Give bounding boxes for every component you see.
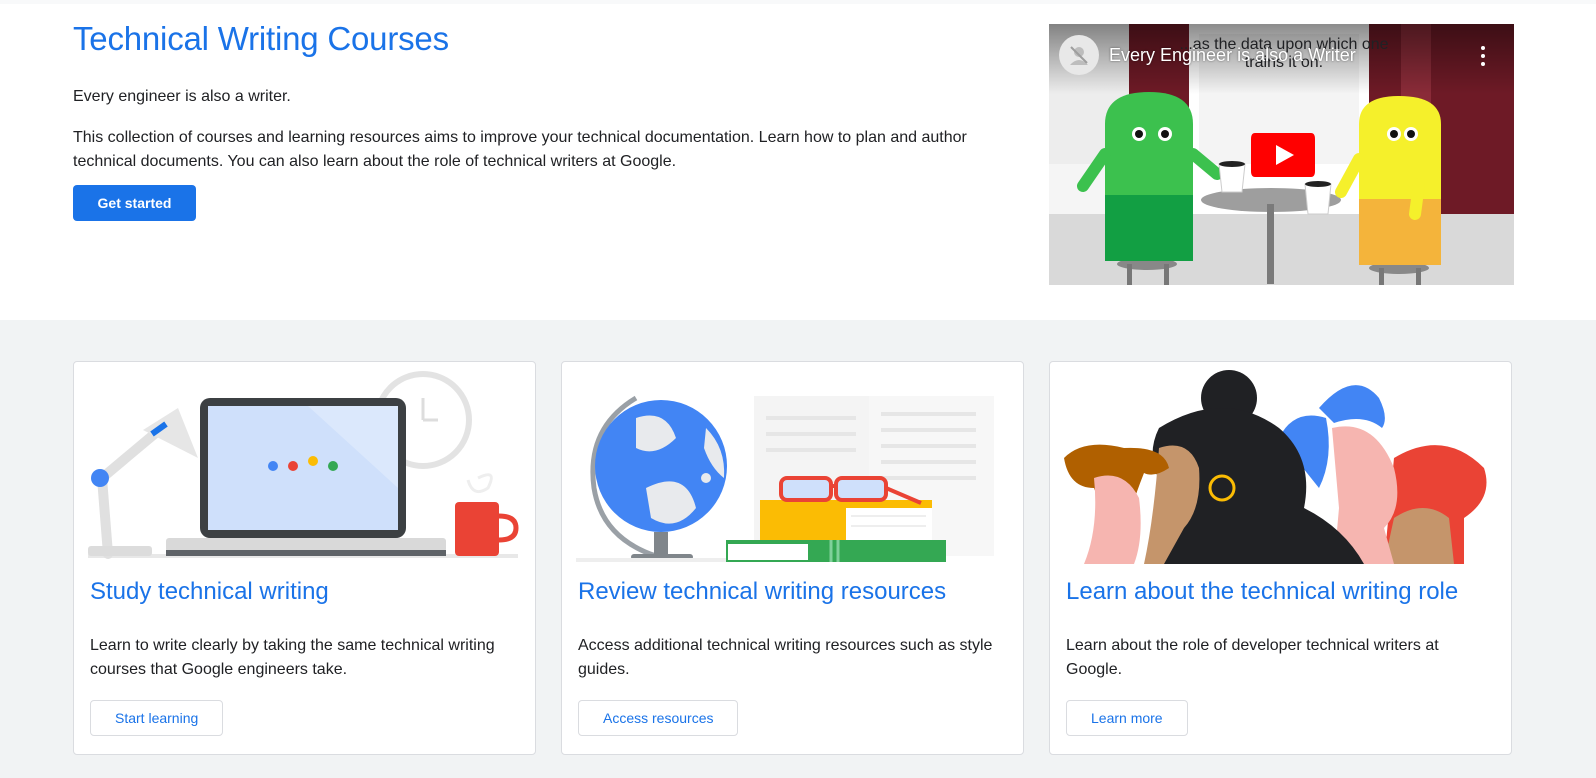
resources-section: Study technical writing Learn to write c…	[0, 320, 1596, 778]
hero-description: This collection of courses and learning …	[73, 129, 967, 170]
card-title[interactable]: Learn about the technical writing role	[1066, 578, 1458, 606]
more-vert-icon[interactable]	[1480, 46, 1486, 66]
globe-books-illustration	[576, 395, 994, 562]
start-learning-button[interactable]: Start learning	[90, 700, 224, 736]
channel-avatar[interactable]	[1059, 35, 1099, 75]
card-study: Study technical writing Learn to write c…	[73, 361, 536, 755]
card-description: Learn about the role of developer techni…	[1066, 637, 1439, 678]
get-started-button[interactable]: Get started	[73, 185, 196, 221]
channel-icon	[1070, 46, 1088, 65]
video-title[interactable]: Every Engineer is also a Writer	[1109, 45, 1356, 66]
page-title: Technical Writing Courses	[73, 20, 449, 57]
play-icon[interactable]	[1249, 131, 1317, 179]
card-description: Learn to write clearly by taking the sam…	[90, 637, 495, 678]
people-profiles-illustration	[1064, 370, 1487, 564]
card-title[interactable]: Review technical writing resources	[578, 578, 946, 606]
learn-more-button[interactable]: Learn more	[1066, 700, 1188, 736]
hero-tagline: Every engineer is also a writer.	[73, 88, 291, 105]
card-title[interactable]: Study technical writing	[90, 578, 329, 606]
card-role: Learn about the technical writing role L…	[1049, 361, 1512, 755]
card-description: Access additional technical writing reso…	[578, 637, 993, 678]
video-player[interactable]: ...as the data upon which one trains it …	[1049, 24, 1514, 285]
card-resources: Review technical writing resources Acces…	[561, 361, 1024, 755]
hero-section: Technical Writing Courses Every engineer…	[0, 4, 1596, 320]
laptop-desk-illustration	[88, 371, 519, 559]
access-resources-button[interactable]: Access resources	[578, 700, 739, 736]
